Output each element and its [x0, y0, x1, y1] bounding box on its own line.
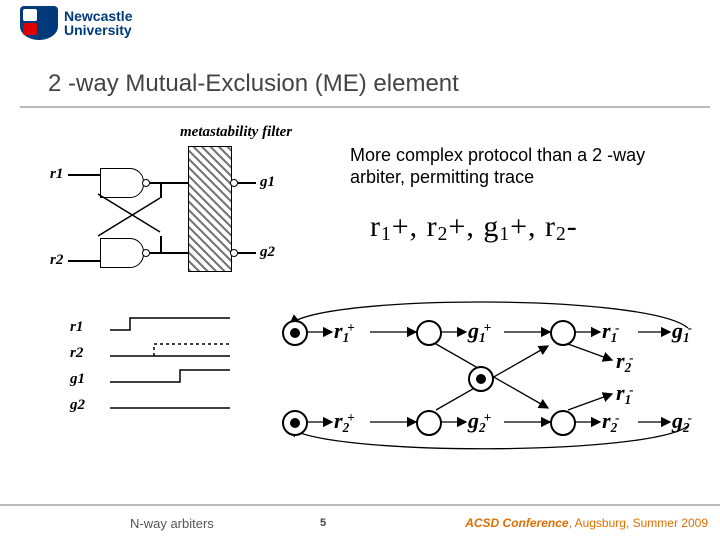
uni-name-1: Newcastle [64, 9, 132, 23]
nand-gate-2 [100, 238, 144, 268]
tl-r2: r2 [70, 345, 85, 362]
out-bubble-1 [230, 179, 238, 187]
place-t3 [550, 320, 576, 346]
slide-title: 2 -way Mutual-Exclusion (ME) element [48, 70, 459, 98]
tl-g1: g1 [70, 371, 85, 388]
timing-labels: r1 r2 g1 g2 [70, 310, 85, 423]
footer-loc: , Augsburg, Summer 2009 [569, 516, 708, 530]
place-t2 [416, 320, 442, 346]
label-r2: r2 [50, 252, 63, 269]
tl-g2: g2 [70, 397, 85, 414]
pl-r2m: r2- [602, 408, 620, 436]
pl-r1m: r1- [602, 318, 620, 346]
footer-page: 5 [320, 517, 326, 529]
label-r1: r1 [50, 166, 63, 183]
tl-r1: r1 [70, 319, 85, 336]
pl-g2p: g2+ [468, 408, 491, 436]
title-rule [20, 106, 710, 108]
petri-net: r1+ g1+ r1- g1- r2- r1- r2+ g2+ r2- g2- [268, 300, 708, 450]
pl-r2p: r2+ [334, 408, 355, 436]
place-b1 [282, 410, 308, 436]
slide-footer: N-way arbiters 5 ACSD Conference, Augsbu… [0, 504, 720, 540]
shield-icon [20, 6, 58, 40]
timing-plot [110, 312, 240, 422]
label-g1: g1 [260, 174, 275, 191]
footer-right: ACSD Conference, Augsburg, Summer 2009 [465, 516, 708, 530]
filter-label: metastability filter [180, 124, 292, 141]
trace-expression: r1+, r2+, g1+, r2- [370, 210, 578, 246]
out-bubble-2 [230, 249, 238, 257]
pl-r2mA: r2- [616, 348, 634, 376]
university-logo: Newcastle University [20, 6, 132, 40]
footer-left: N-way arbiters [130, 516, 214, 531]
pl-r1p: r1+ [334, 318, 355, 346]
place-t1 [282, 320, 308, 346]
uni-name-2: University [64, 23, 132, 37]
footer-conf: ACSD Conference [465, 516, 568, 530]
hatch-block [188, 146, 232, 272]
place-b3 [550, 410, 576, 436]
description: More complex protocol than a 2 -way arbi… [350, 144, 700, 188]
place-b2 [416, 410, 442, 436]
label-g2: g2 [260, 244, 275, 261]
invert-bubble-2 [142, 249, 150, 257]
invert-bubble-1 [142, 179, 150, 187]
pl-g2m: g2- [672, 408, 692, 436]
pl-g1p: g1+ [468, 318, 491, 346]
place-mutex [468, 366, 494, 392]
pl-r1mA: r1- [616, 380, 634, 408]
pl-g1m: g1- [672, 318, 692, 346]
